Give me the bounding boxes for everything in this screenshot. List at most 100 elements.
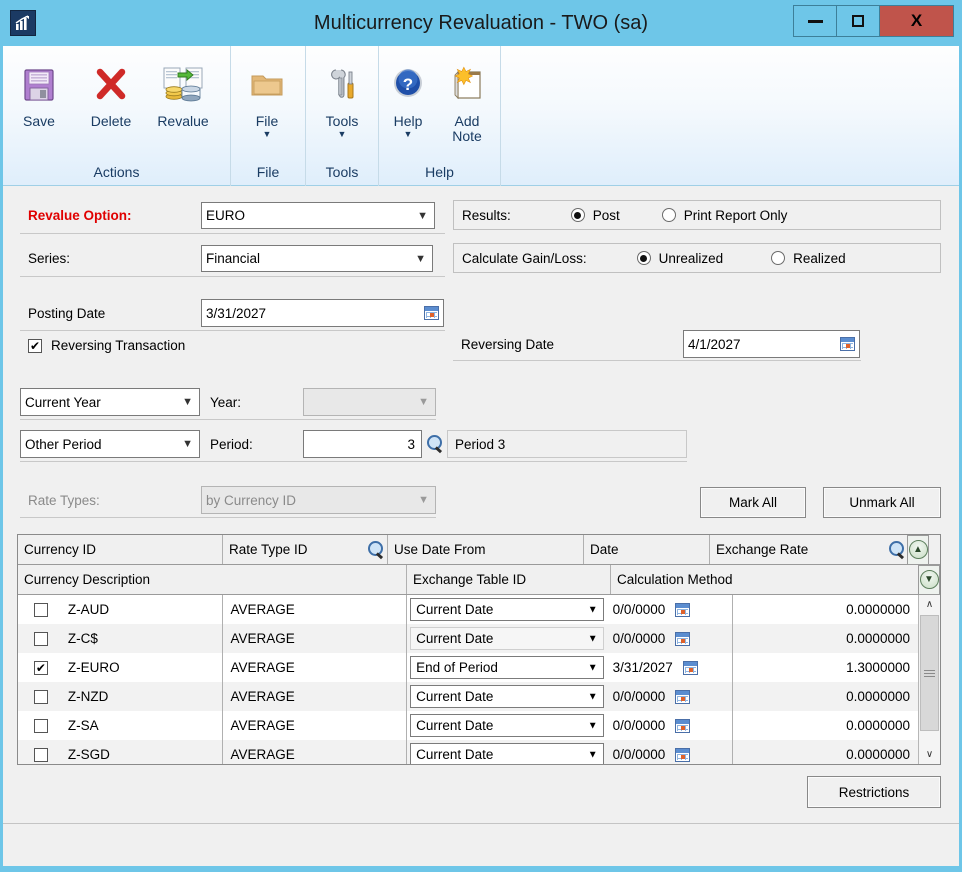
rate-type-lookup-icon[interactable] xyxy=(367,541,384,558)
period-number-input[interactable]: 3 xyxy=(303,430,422,458)
chevron-down-icon[interactable]: ▼ xyxy=(418,396,429,408)
chevron-down-icon[interactable]: ▼ xyxy=(338,129,347,141)
row-mark-checkbox[interactable] xyxy=(18,711,64,740)
calendar-icon[interactable] xyxy=(675,689,691,704)
table-row[interactable]: Z-AUD AVERAGE Current Date ▼ 0/0/0000 0.00000… xyxy=(18,595,918,624)
checkbox-mark-row[interactable] xyxy=(33,689,48,704)
row-mark-checkbox[interactable] xyxy=(18,595,64,624)
chevron-down-icon[interactable]: ▼ xyxy=(588,633,598,644)
row-mark-checkbox[interactable]: ✔ xyxy=(18,653,64,682)
cell-date[interactable]: 0/0/0000 xyxy=(607,595,733,624)
series-select[interactable]: Financial ▼ xyxy=(201,245,433,272)
year-mode-select[interactable]: Current Year ▼ xyxy=(20,388,200,416)
rate-types-select[interactable]: by Currency ID ▼ xyxy=(201,486,436,514)
use-date-from-select[interactable]: Current Date ▼ xyxy=(410,743,604,764)
chevron-down-icon[interactable]: ▼ xyxy=(588,691,598,702)
cell-use-date-from[interactable]: Current Date ▼ xyxy=(407,740,607,764)
grid-scrollbar[interactable]: ∧ ∨ xyxy=(918,595,940,764)
grid-header-exchange-table-id[interactable]: Exchange Table ID xyxy=(407,565,610,594)
chevron-down-icon[interactable]: ▼ xyxy=(415,253,426,265)
table-row[interactable]: Z-SGD AVERAGE Current Date ▼ 0/0/0000 0.00000… xyxy=(18,740,918,764)
posting-date-input[interactable]: 3/31/2027 xyxy=(201,299,444,327)
cell-date[interactable]: 0/0/0000 xyxy=(607,711,733,740)
grid-collapse-up-button[interactable]: ▲ xyxy=(907,534,929,565)
checkbox-mark-row[interactable] xyxy=(33,602,48,617)
grid-header-rate-type-id[interactable]: Rate Type ID xyxy=(223,535,364,564)
checkbox-mark-row[interactable] xyxy=(33,747,48,762)
cell-use-date-from[interactable]: Current Date ▼ xyxy=(407,595,607,624)
table-row[interactable]: Z-NZD AVERAGE Current Date ▼ 0/0/0000 0.00000… xyxy=(18,682,918,711)
calendar-icon[interactable] xyxy=(675,747,691,762)
table-row[interactable]: Z-SA AVERAGE Current Date ▼ 0/0/0000 0.000000… xyxy=(18,711,918,740)
period-mode-select[interactable]: Other Period ▼ xyxy=(20,430,200,458)
radio-realized[interactable] xyxy=(771,251,786,265)
add-note-button[interactable]: Add Note xyxy=(437,50,497,158)
use-date-from-select[interactable]: Current Date ▼ xyxy=(410,627,604,650)
calendar-icon[interactable] xyxy=(675,631,691,646)
grid-header-currency-description[interactable]: Currency Description xyxy=(18,565,406,594)
scroll-down-button[interactable]: ∨ xyxy=(919,745,940,764)
cell-date[interactable]: 0/0/0000 xyxy=(607,624,733,653)
save-button[interactable]: Save xyxy=(3,50,75,158)
checkbox-mark-row[interactable]: ✔ xyxy=(33,660,48,675)
chevron-down-icon[interactable]: ▼ xyxy=(263,129,272,141)
calendar-icon[interactable] xyxy=(682,660,698,675)
calendar-icon[interactable] xyxy=(840,337,855,351)
checkbox-reversing-transaction[interactable]: ✔ xyxy=(28,338,42,353)
chevron-down-icon[interactable]: ▼ xyxy=(404,129,413,141)
calendar-icon[interactable] xyxy=(675,602,691,617)
row-mark-checkbox[interactable] xyxy=(18,624,64,653)
table-row[interactable]: ✔ Z-EURO AVERAGE End of Period ▼ 3/31/2027 1.3… xyxy=(18,653,918,682)
file-menu-button[interactable]: File ▼ xyxy=(231,50,303,158)
help-menu-button[interactable]: ? Help ▼ xyxy=(379,50,437,158)
gainloss-option-unrealized[interactable]: Unrealized xyxy=(636,251,723,266)
chevron-down-icon[interactable]: ▼ xyxy=(182,396,193,408)
chevron-down-icon[interactable]: ▼ xyxy=(588,662,598,673)
reversing-transaction-checkbox[interactable]: ✔ Reversing Transaction xyxy=(28,338,185,353)
delete-button[interactable]: Delete xyxy=(75,50,147,158)
scrollbar-thumb[interactable] xyxy=(920,615,939,731)
grid-header-currency-id[interactable]: Currency ID xyxy=(18,535,222,564)
grid-header-exchange-rate[interactable]: Exchange Rate xyxy=(710,535,886,564)
row-mark-checkbox[interactable] xyxy=(18,682,64,711)
checkbox-mark-row[interactable] xyxy=(33,631,48,646)
table-row[interactable]: Z-C$ AVERAGE Current Date ▼ 0/0/0000 0.000000… xyxy=(18,624,918,653)
unmark-all-button[interactable]: Unmark All xyxy=(823,487,941,518)
radio-post[interactable] xyxy=(570,208,585,222)
use-date-from-select[interactable]: End of Period ▼ xyxy=(410,656,604,679)
restrictions-button[interactable]: Restrictions xyxy=(807,776,941,808)
chevron-down-icon[interactable]: ▼ xyxy=(418,494,429,506)
tools-menu-button[interactable]: Tools ▼ xyxy=(306,50,378,158)
results-option-print[interactable]: Print Report Only xyxy=(661,208,787,223)
chevron-down-icon[interactable]: ▼ xyxy=(182,438,193,450)
period-lookup-icon[interactable] xyxy=(426,435,443,452)
calendar-icon[interactable] xyxy=(675,718,691,733)
chevron-down-icon[interactable]: ▼ xyxy=(588,749,598,760)
chevron-down-icon[interactable]: ▼ xyxy=(588,720,598,731)
cell-date[interactable]: 0/0/0000 xyxy=(607,740,733,764)
cell-use-date-from[interactable]: Current Date ▼ xyxy=(407,711,607,740)
grid-header-calculation-method[interactable]: Calculation Method xyxy=(611,565,918,594)
close-button[interactable]: X xyxy=(879,5,954,37)
grid-header-date[interactable]: Date xyxy=(584,535,709,564)
use-date-from-select[interactable]: Current Date ▼ xyxy=(410,685,604,708)
checkbox-mark-row[interactable] xyxy=(33,718,48,733)
chevron-down-icon[interactable]: ▼ xyxy=(417,210,428,222)
reversing-date-input[interactable]: 4/1/2027 xyxy=(683,330,860,358)
grid-expand-down-button[interactable]: ▼ xyxy=(918,564,940,595)
use-date-from-select[interactable]: Current Date ▼ xyxy=(410,714,604,737)
exchange-rate-lookup-icon[interactable] xyxy=(888,541,905,558)
row-mark-checkbox[interactable] xyxy=(18,740,64,764)
mark-all-button[interactable]: Mark All xyxy=(700,487,806,518)
year-select[interactable]: ▼ xyxy=(303,388,436,416)
cell-use-date-from[interactable]: Current Date ▼ xyxy=(407,624,607,653)
scroll-up-button[interactable]: ∧ xyxy=(919,595,940,614)
revalue-button[interactable]: Revalue xyxy=(147,50,219,158)
grid-header-use-date-from[interactable]: Use Date From xyxy=(388,535,583,564)
cell-date[interactable]: 3/31/2027 xyxy=(607,653,733,682)
cell-use-date-from[interactable]: End of Period ▼ xyxy=(407,653,607,682)
revalue-option-select[interactable]: EURO ▼ xyxy=(201,202,435,229)
cell-use-date-from[interactable]: Current Date ▼ xyxy=(407,682,607,711)
use-date-from-select[interactable]: Current Date ▼ xyxy=(410,598,604,621)
chevron-down-icon[interactable]: ▼ xyxy=(588,604,598,615)
